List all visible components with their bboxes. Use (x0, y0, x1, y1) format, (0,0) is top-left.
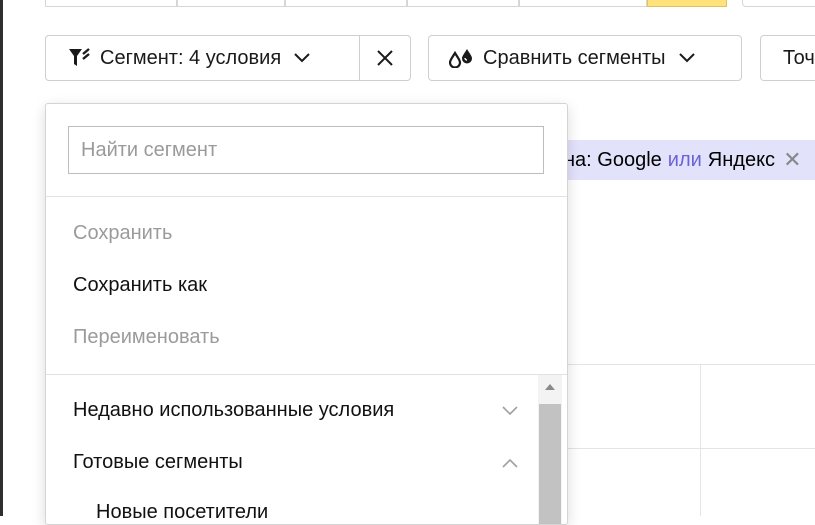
rename-item[interactable]: Переименовать (73, 326, 220, 349)
segment-list-item[interactable]: Новые посетители (96, 501, 268, 524)
table-grid-line (700, 364, 701, 516)
period-tab[interactable] (177, 0, 285, 7)
compare-segments-button[interactable]: Сравнить сегменты (428, 35, 742, 81)
chevron-down-icon (293, 52, 311, 64)
section-label: Готовые сегменты (73, 451, 243, 473)
chevron-down-icon (502, 399, 518, 422)
divider (46, 196, 567, 197)
period-tab[interactable] (519, 0, 647, 7)
close-icon (376, 49, 394, 67)
segment-clear-button[interactable] (359, 35, 411, 81)
period-tab[interactable] (407, 0, 519, 7)
table-grid-line (566, 364, 815, 365)
drops-icon (449, 48, 473, 68)
accuracy-button-label: Точ (783, 46, 815, 69)
compare-segments-label: Сравнить сегменты (483, 46, 666, 69)
segment-button-label: Сегмент: 4 условия (100, 46, 282, 69)
scrollbar-thumb[interactable] (539, 404, 561, 524)
chip-prefix: на: Google (564, 148, 662, 171)
save-as-item[interactable]: Сохранить как (73, 274, 207, 297)
divider (46, 374, 567, 375)
window-edge (0, 0, 3, 516)
filter-icon (68, 48, 90, 68)
period-tab[interactable] (45, 0, 177, 7)
chip-connector: или (667, 148, 702, 171)
scroll-up-arrow[interactable] (538, 375, 562, 399)
period-tabs (45, 0, 727, 8)
section-ready-segments[interactable]: Готовые сегменты (73, 451, 518, 474)
table-grid-line (566, 448, 815, 449)
chip-suffix: Яндекс (707, 148, 776, 171)
segment-dropdown: Сохранить Сохранить как Переименовать Не… (45, 103, 568, 525)
accuracy-button[interactable]: Точ (760, 35, 815, 81)
section-recent-conditions[interactable]: Недавно использованные условия (73, 399, 518, 422)
save-item[interactable]: Сохранить (73, 222, 172, 245)
chevron-up-icon (502, 451, 518, 474)
top-extra-control[interactable] (742, 0, 815, 7)
period-tab[interactable] (285, 0, 407, 7)
period-tab-active[interactable] (647, 0, 727, 7)
section-label: Недавно использованные условия (73, 399, 395, 421)
segment-button[interactable]: Сегмент: 4 условия (45, 35, 360, 81)
segment-search-input[interactable] (68, 126, 544, 174)
chip-remove-icon[interactable]: ✕ (783, 147, 801, 173)
chevron-down-icon (678, 52, 696, 64)
